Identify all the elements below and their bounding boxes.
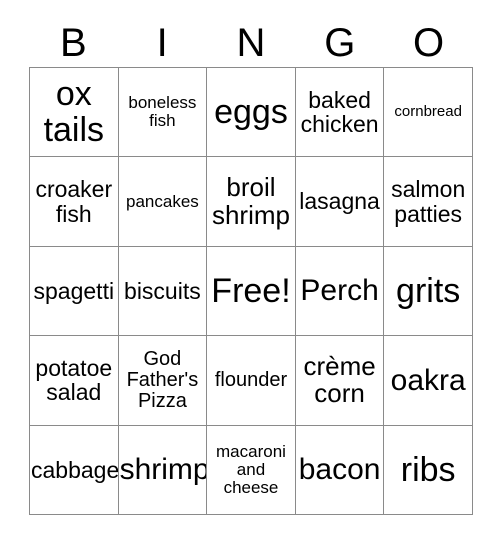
bingo-cell[interactable]: grits bbox=[384, 246, 473, 337]
bingo-cell-label: Perch bbox=[300, 274, 379, 308]
header-letter-g: G bbox=[324, 20, 356, 65]
bingo-cell-label: Free! bbox=[211, 272, 291, 310]
bingo-cell[interactable]: cabbage bbox=[30, 425, 119, 516]
bingo-cell[interactable]: baked chicken bbox=[295, 68, 385, 158]
bingo-cell[interactable]: spagetti bbox=[30, 246, 119, 337]
header-letter-n: N bbox=[236, 20, 266, 65]
bingo-cell-label: salmon patties bbox=[391, 176, 466, 227]
bingo-row: spagetti biscuits Free! Perch grits bbox=[30, 246, 473, 337]
bingo-row: cabbage shrimp macaroni and cheese bacon rib… bbox=[30, 425, 473, 516]
bingo-row: potatoe salad God Father's Pizza flounder c… bbox=[30, 336, 473, 426]
bingo-cell-label: flounder bbox=[214, 368, 288, 391]
bingo-cell[interactable]: ribs bbox=[384, 425, 473, 516]
bingo-cell-label: ox tails bbox=[43, 75, 105, 150]
bingo-cell-label: crème corn bbox=[303, 350, 376, 409]
bingo-cell[interactable]: boneless fish bbox=[118, 68, 208, 158]
header-letter-o: O bbox=[413, 20, 445, 65]
bingo-cell-free[interactable]: Free! bbox=[207, 246, 296, 337]
bingo-cell[interactable]: shrimp bbox=[118, 425, 208, 516]
bingo-cell-label: macaroni and cheese bbox=[216, 441, 286, 497]
bingo-cell[interactable]: ox tails bbox=[30, 68, 119, 158]
bingo-cell[interactable]: flounder bbox=[207, 336, 296, 426]
bingo-cell[interactable]: potatoe salad bbox=[30, 336, 119, 426]
bingo-cell-label: biscuits bbox=[124, 277, 201, 304]
bingo-cell-label: bacon bbox=[298, 452, 381, 486]
bingo-row: ox tails boneless fish eggs baked chicken co… bbox=[30, 68, 473, 158]
bingo-cell-label: cornbread bbox=[394, 103, 462, 121]
bingo-card: B I N G O ox tails boneless fish eggs baked… bbox=[0, 0, 500, 544]
bingo-cell-label: baked chicken bbox=[300, 86, 379, 138]
bingo-cell-label: broil shrimp bbox=[211, 172, 290, 230]
bingo-cell[interactable]: Perch bbox=[295, 246, 385, 337]
bingo-cell[interactable]: lasagna bbox=[295, 157, 385, 247]
bingo-cell-label: croaker fish bbox=[35, 176, 113, 227]
bingo-cell[interactable]: macaroni and cheese bbox=[207, 425, 296, 516]
bingo-row: croaker fish pancakes broil shrimp lasagna s… bbox=[30, 157, 473, 247]
header-letter-i: I bbox=[156, 20, 168, 65]
bingo-cell[interactable]: crème corn bbox=[295, 336, 385, 426]
bingo-cell[interactable]: oakra bbox=[384, 336, 473, 426]
header-letter-b: B bbox=[60, 20, 87, 65]
bingo-cell-label: grits bbox=[396, 272, 461, 310]
bingo-cell[interactable]: God Father's Pizza bbox=[118, 336, 208, 426]
bingo-cell[interactable]: salmon patties bbox=[384, 157, 473, 247]
bingo-header: B I N G O bbox=[29, 18, 473, 67]
bingo-cell-label: cabbage bbox=[31, 456, 119, 483]
bingo-cell[interactable]: bacon bbox=[295, 425, 385, 516]
bingo-cell[interactable]: biscuits bbox=[118, 246, 208, 337]
bingo-cell[interactable]: pancakes bbox=[118, 157, 208, 247]
bingo-cell-label: pancakes bbox=[126, 191, 199, 211]
bingo-cell[interactable]: broil shrimp bbox=[207, 157, 296, 247]
bingo-cell-label: spagetti bbox=[33, 277, 115, 304]
bingo-cell[interactable]: cornbread bbox=[384, 68, 473, 158]
bingo-grid: ox tails boneless fish eggs baked chicken co… bbox=[29, 67, 473, 516]
bingo-cell-label: oakra bbox=[390, 363, 466, 397]
bingo-cell-label: lasagna bbox=[299, 188, 380, 215]
bingo-cell-label: potatoe salad bbox=[35, 355, 113, 406]
bingo-cell-label: ribs bbox=[400, 450, 456, 489]
bingo-cell-label: boneless fish bbox=[128, 93, 197, 131]
bingo-cell-label: eggs bbox=[214, 93, 288, 132]
bingo-cell[interactable]: croaker fish bbox=[30, 157, 119, 247]
bingo-cell[interactable]: eggs bbox=[207, 68, 296, 158]
bingo-cell-label: God Father's Pizza bbox=[126, 347, 199, 413]
bingo-cell-label: shrimp bbox=[119, 452, 208, 486]
